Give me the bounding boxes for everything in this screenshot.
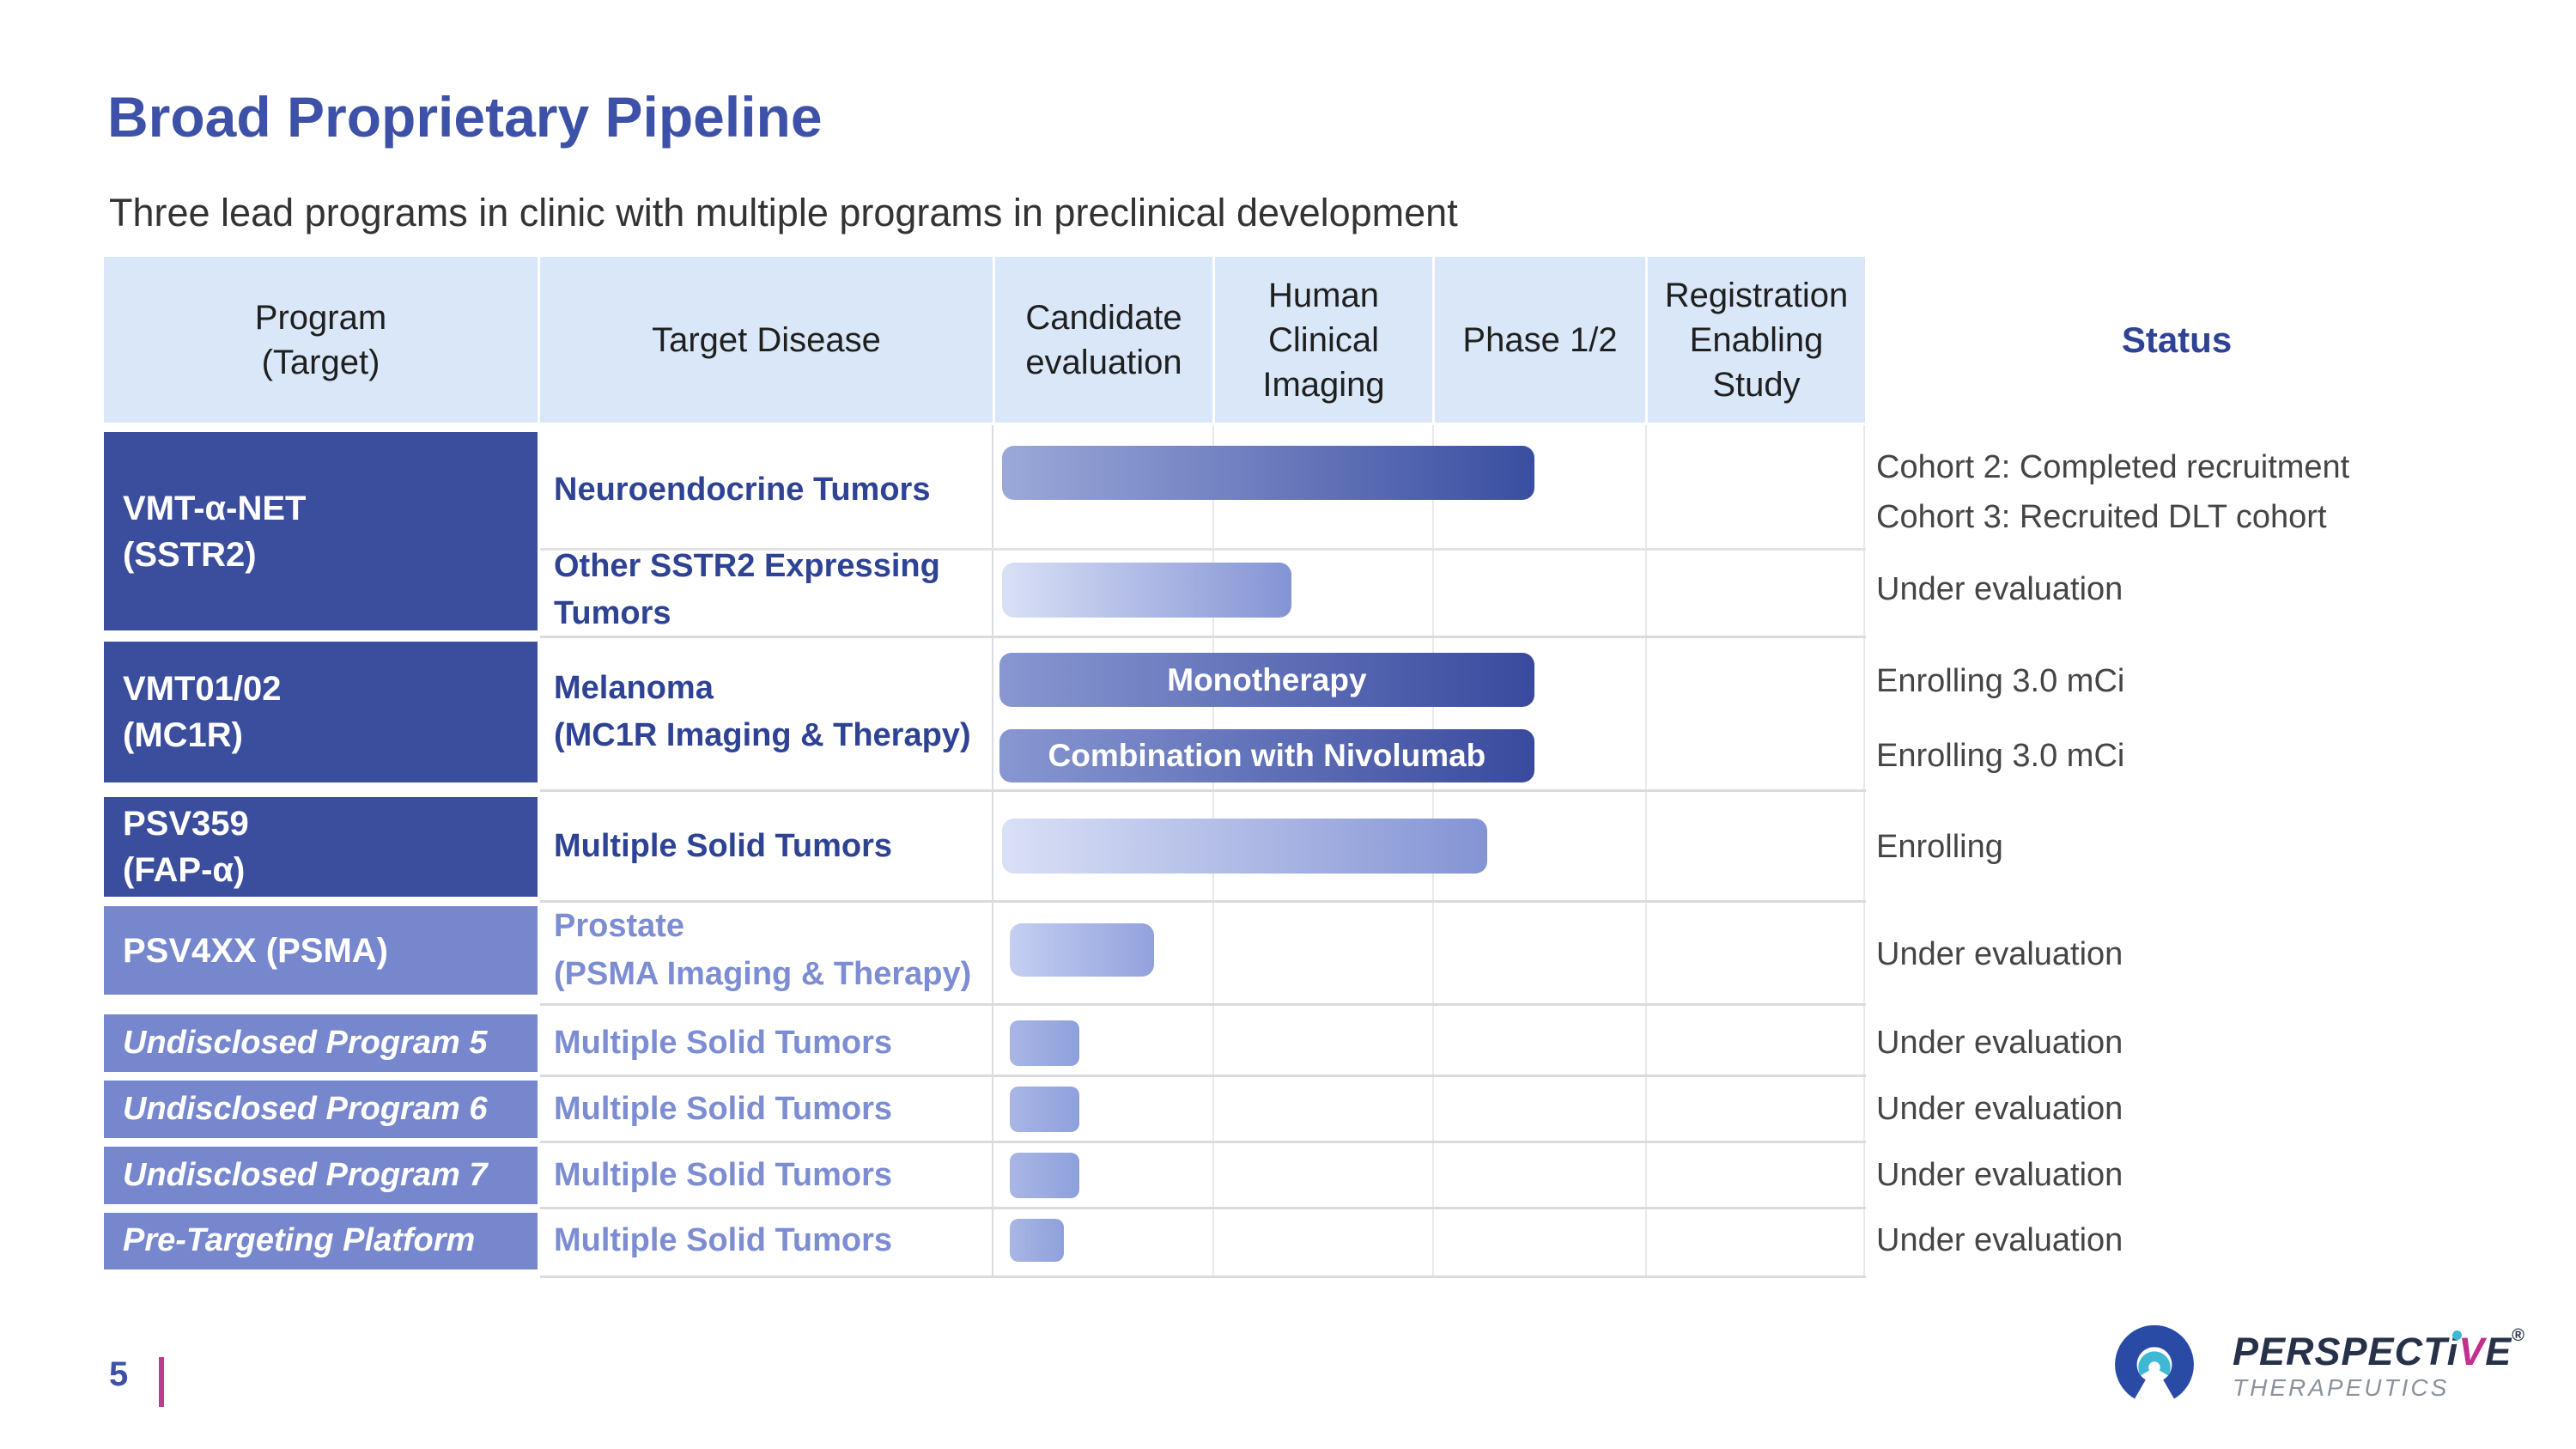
program-cell-psv4xx: PSV4XX (PSMA) [104, 906, 538, 995]
logo-text-e: E [2485, 1330, 2512, 1373]
status-undisclosed-5: Under evaluation [1876, 1023, 2555, 1062]
row-divider [540, 1003, 1866, 1006]
status-pre-targeting: Under evaluation [1876, 1221, 2555, 1260]
bar-track [993, 819, 1866, 874]
bar-track: Monotherapy [993, 653, 1866, 707]
header-status: Status [1876, 257, 2477, 423]
header-target-disease: Target Disease [540, 257, 993, 423]
program-cell-vmt01-02: VMT01/02 (MC1R) [104, 642, 538, 782]
disease-other-sstr2: Other SSTR2 Expressing Tumors [554, 550, 987, 630]
status-cohort-2: Cohort 2: Completed recruitment [1876, 447, 2555, 487]
header-registration-enabling-study: Registration Enabling Study [1648, 257, 1865, 423]
perspective-logo-icon [2111, 1319, 2198, 1407]
progress-bar-undisclosed-5 [1010, 1020, 1079, 1066]
disease-multiple-solid-tumors-u5: Multiple Solid Tumors [554, 1014, 987, 1072]
row-divider [540, 1141, 1866, 1143]
bar-track [993, 923, 1866, 977]
progress-bar-undisclosed-7 [1010, 1153, 1079, 1198]
program-cell-pre-targeting: Pre-Targeting Platform [104, 1213, 538, 1269]
logo-text-v: V [2458, 1330, 2485, 1373]
status-psv359: Enrolling [1876, 827, 2555, 867]
disease-multiple-solid-tumors-u7: Multiple Solid Tumors [554, 1147, 987, 1204]
progress-bar-monotherapy: Monotherapy [999, 653, 1534, 707]
disease-multiple-solid-tumors-pre: Multiple Solid Tumors [554, 1213, 987, 1269]
status-monotherapy: Enrolling 3.0 mCi [1876, 661, 2555, 701]
disease-melanoma: Melanoma (MC1R Imaging & Therapy) [554, 642, 987, 782]
status-cohort-3: Cohort 3: Recruited DLT cohort [1876, 497, 2555, 537]
progress-bar-combination-nivolumab: Combination with Nivolumab [999, 729, 1534, 782]
disease-neuroendocrine-tumors: Neuroendocrine Tumors [554, 432, 987, 548]
progress-bar-psv359 [1002, 819, 1487, 874]
bar-track [993, 446, 1866, 500]
program-cell-undisclosed-5: Undisclosed Program 5 [104, 1014, 538, 1072]
program-cell-vmt-a-net: VMT-α-NET (SSTR2) [104, 432, 538, 630]
page-title: Broad Proprietary Pipeline [107, 84, 823, 149]
row-divider [540, 789, 1866, 792]
program-cell-psv359: PSV359 (FAP-α) [104, 797, 538, 897]
header-phase-1-2: Phase 1/2 [1435, 257, 1645, 423]
header-candidate-evaluation: Candidate evaluation [995, 257, 1212, 423]
disease-prostate: Prostate (PSMA Imaging & Therapy) [554, 906, 987, 995]
row-divider [540, 1075, 1866, 1077]
disease-multiple-solid-tumors-u6: Multiple Solid Tumors [554, 1081, 987, 1138]
progress-bar-other-sstr2 [1002, 563, 1291, 618]
logo-text-perspect: PERSPECT [2233, 1330, 2447, 1373]
row-divider [540, 1207, 1866, 1209]
status-undisclosed-6: Under evaluation [1876, 1089, 2555, 1129]
bar-track [993, 1219, 1866, 1262]
row-divider [540, 1275, 1866, 1278]
page-number: 5 [109, 1355, 128, 1394]
status-psv4xx: Under evaluation [1876, 935, 2555, 974]
progress-bar-psv4xx [1010, 923, 1154, 977]
progress-bar-undisclosed-6 [1010, 1087, 1079, 1132]
registered-trademark-icon: ® [2512, 1326, 2525, 1345]
progress-bar-pre-targeting [1010, 1219, 1064, 1262]
bar-track [993, 563, 1866, 618]
header-human-clinical-imaging: Human Clinical Imaging [1215, 257, 1432, 423]
status-other-sstr2: Under evaluation [1876, 569, 2555, 609]
bar-track [993, 1087, 1866, 1132]
disease-multiple-solid-tumors-psv359: Multiple Solid Tumors [554, 797, 987, 897]
progress-bar-neuroendocrine [1002, 446, 1534, 500]
perspective-logo-therapeutics: THERAPEUTICS [2233, 1374, 2449, 1402]
page-number-divider [159, 1357, 164, 1407]
status-undisclosed-7: Under evaluation [1876, 1155, 2555, 1195]
page-subtitle: Three lead programs in clinic with multi… [109, 191, 1458, 235]
bar-track [993, 1153, 1866, 1198]
perspective-logo-wordmark: PERSPECTiVE® [2233, 1326, 2525, 1374]
bar-track: Combination with Nivolumab [993, 729, 1866, 782]
bar-track [993, 1020, 1866, 1066]
logo-text-i: i [2447, 1330, 2459, 1373]
header-program-target: Program (Target) [104, 257, 538, 423]
program-cell-undisclosed-7: Undisclosed Program 7 [104, 1147, 538, 1204]
program-cell-undisclosed-6: Undisclosed Program 6 [104, 1081, 538, 1138]
status-combination: Enrolling 3.0 mCi [1876, 736, 2555, 776]
